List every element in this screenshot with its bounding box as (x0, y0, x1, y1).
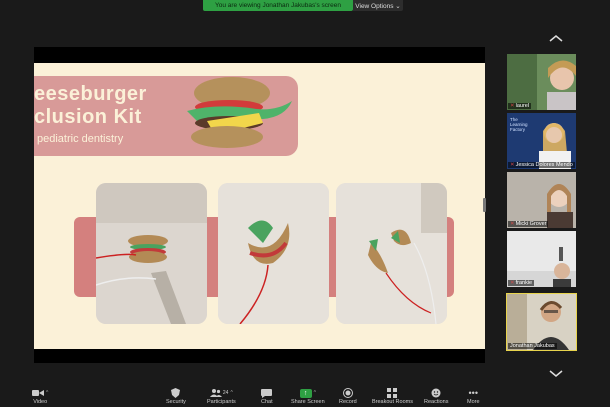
model-photo-3 (336, 183, 447, 324)
participants-icon (209, 389, 222, 397)
breakout-rooms-icon (387, 388, 398, 398)
more-button[interactable]: ••• More (467, 387, 480, 407)
viewing-screen-banner: You are viewing Jonathan Jakubas's scree… (203, 0, 353, 11)
slide-title-line1: eeseburger (34, 83, 147, 105)
participant-video (507, 172, 576, 228)
participant-tile-jessica[interactable]: The Learning Factory ⨯Jessica Dolores Me… (507, 113, 576, 169)
muted-mic-icon: ⨯ (510, 103, 515, 109)
reactions-button[interactable]: Reactions (424, 387, 448, 407)
record-icon (342, 388, 353, 398)
participant-tile-jonathan[interactable]: Jonathan Jakubas (506, 293, 577, 351)
participant-video (507, 294, 576, 350)
down-chevron-icon[interactable] (548, 369, 564, 379)
participant-tile-laurel[interactable]: ⨯laurel (507, 54, 576, 110)
participant-tile-frankie[interactable]: ⨯frankie (507, 231, 576, 287)
video-icon (32, 390, 44, 396)
company-logo-text: The Learning Factory (510, 117, 528, 132)
model-photo-2 (218, 183, 329, 324)
shared-screen: eeseburger clusion Kit pediatric dentist… (34, 47, 485, 363)
participant-name: ⨯laurel (508, 103, 532, 109)
slide-title-line2: clusion Kit (34, 106, 142, 128)
muted-mic-icon: ⨯ (510, 280, 515, 286)
participant-tile-micki[interactable]: ⨯Micki Grover (507, 172, 576, 228)
security-button[interactable]: Security (166, 387, 186, 407)
presentation-slide: eeseburger clusion Kit pediatric dentist… (34, 63, 485, 349)
chat-button[interactable]: Chat (261, 387, 273, 407)
participants-button[interactable]: 24 ^ Participants (207, 387, 236, 407)
participant-video (507, 54, 576, 110)
security-shield-icon (171, 388, 181, 398)
record-button[interactable]: Record (339, 387, 357, 407)
chat-icon (261, 388, 273, 398)
muted-mic-icon: ⨯ (510, 162, 515, 168)
participant-name: ⨯frankie (508, 280, 535, 286)
breakout-rooms-button[interactable]: Breakout Rooms (372, 387, 413, 407)
muted-mic-icon: ⨯ (510, 221, 515, 227)
panel-collapse-handle[interactable] (483, 198, 486, 212)
up-chevron-icon[interactable] (548, 33, 564, 43)
model-photo-1 (96, 183, 207, 324)
participant-name: Jonathan Jakubas (508, 343, 557, 349)
view-options-button[interactable]: View Options ⌄ (353, 0, 403, 11)
participant-name: ⨯Micki Grover (508, 221, 549, 227)
participant-video (507, 231, 576, 287)
reactions-icon (431, 388, 441, 398)
banner-text: You are viewing Jonathan Jakubas's scree… (214, 2, 342, 9)
slide-subtitle: pediatric dentistry (37, 133, 124, 145)
video-button[interactable]: ^ Video (32, 387, 48, 407)
participant-count: 24 (222, 390, 229, 396)
meeting-toolbar: ^ Video Security 24 ^ Participants Chat ↑… (0, 387, 610, 407)
participant-name: ⨯Jessica Dolores Mendo (508, 162, 575, 168)
cheeseburger-image (187, 77, 292, 148)
more-icon: ••• (468, 388, 478, 398)
share-screen-button[interactable]: ↑ ^ Share Screen (291, 387, 325, 407)
share-screen-icon: ↑ (299, 388, 312, 398)
